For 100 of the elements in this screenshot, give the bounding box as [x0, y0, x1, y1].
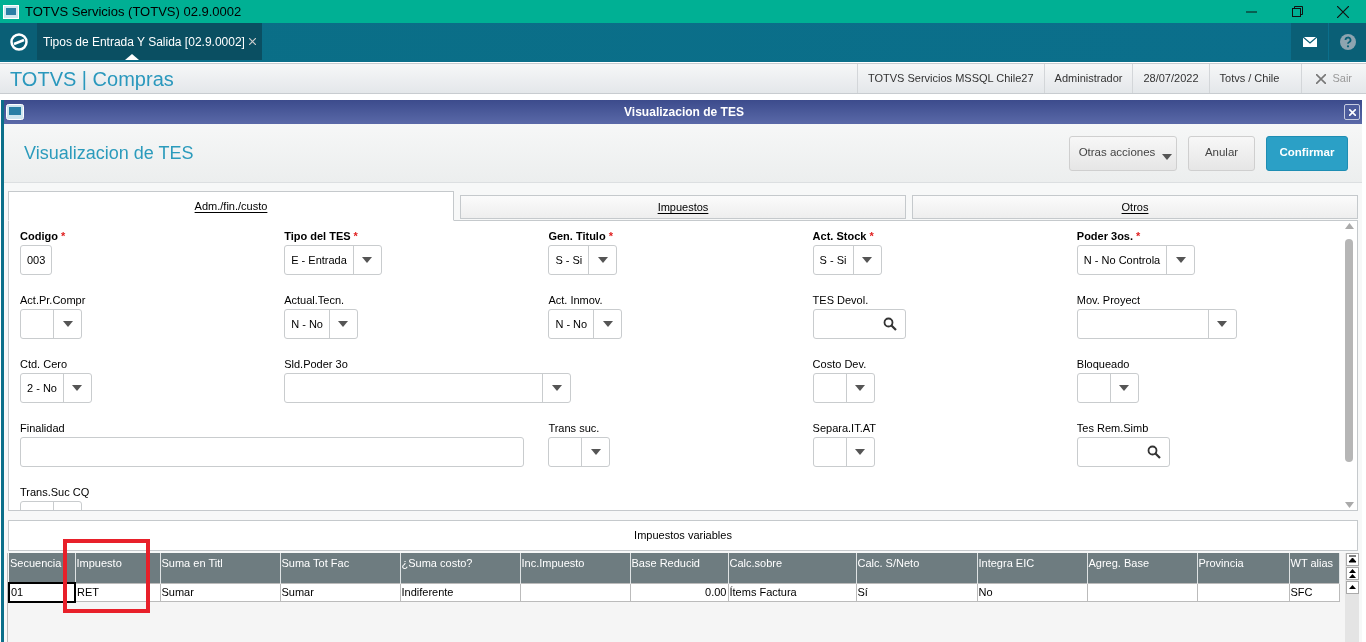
caret-icon — [362, 257, 373, 263]
table-cell[interactable]: No — [977, 583, 1087, 602]
caret-icon — [1217, 321, 1228, 327]
select-field[interactable] — [548, 437, 611, 467]
page-up-icon[interactable] — [1345, 567, 1359, 580]
select-field[interactable] — [284, 373, 572, 403]
field-label: Finalidad — [20, 422, 65, 434]
caret-icon — [855, 385, 866, 391]
select-field[interactable] — [1076, 309, 1237, 339]
table-cell[interactable]: RET — [75, 583, 160, 602]
caret-icon — [590, 449, 601, 455]
caret-icon — [551, 385, 562, 391]
scroll-down-icon[interactable] — [1344, 502, 1354, 508]
required-mark: * — [60, 230, 66, 242]
caret-icon — [862, 257, 872, 263]
table-cell[interactable] — [1087, 583, 1197, 602]
table-cell[interactable] — [520, 583, 630, 602]
close-icon — [1348, 108, 1356, 116]
table-cell[interactable]: Sumar — [280, 583, 400, 602]
field-label: Actual.Tecn. — [284, 294, 345, 306]
panel-title: Impuestos variables — [634, 528, 732, 544]
column-header[interactable]: Suma en Titl — [160, 553, 280, 583]
select-field[interactable]: S - Si — [548, 245, 618, 275]
required-mark: * — [608, 230, 613, 242]
header-info-text: Administrador — [1054, 71, 1123, 87]
table-cell[interactable]: Sumar — [160, 583, 280, 602]
table-cell[interactable]: Indiferente — [400, 583, 520, 602]
select-field[interactable]: N - No — [284, 309, 358, 339]
column-header[interactable]: Calc.sobre — [728, 553, 856, 583]
table-cell[interactable]: Sí — [856, 583, 977, 602]
input-field[interactable] — [20, 437, 524, 467]
dialog-close-button[interactable] — [1344, 104, 1360, 120]
logo-icon — [9, 32, 28, 51]
mail-button[interactable] — [1291, 23, 1328, 60]
form-tab[interactable]: Otros — [912, 195, 1358, 219]
header-info-text: TOTVS Servicios MSSQL Chile27 — [867, 71, 1034, 87]
home-button[interactable] — [0, 23, 37, 60]
field-label: Tipo del TES — [284, 230, 351, 242]
table-cell[interactable]: 01 — [9, 583, 75, 602]
search-icon — [882, 317, 897, 331]
select-field[interactable]: 2 - No — [20, 373, 92, 403]
column-header[interactable]: Suma Tot Fac — [280, 553, 400, 583]
select-field[interactable]: N - No Controla — [1076, 245, 1196, 275]
field-label: Trans suc. — [548, 422, 600, 434]
window-app-icon — [3, 3, 19, 20]
field-label: Costo Dev. — [812, 358, 867, 370]
lookup-field[interactable] — [812, 309, 906, 339]
help-icon — [1339, 33, 1356, 50]
form-tab[interactable]: Adm./fin./custo — [8, 191, 454, 221]
form-tab[interactable]: Impuestos — [460, 195, 906, 219]
column-header[interactable]: Secuencia — [9, 553, 75, 583]
column-header[interactable]: ¿Suma costo? — [400, 553, 520, 583]
actions-menu-button[interactable]: Otras acciones — [1069, 135, 1177, 171]
column-header[interactable]: Calc. S/Neto — [856, 553, 977, 583]
table-cell[interactable]: 0.00 — [630, 583, 728, 602]
column-header[interactable]: WT alias — [1289, 553, 1339, 583]
column-header[interactable]: Impuesto — [75, 553, 160, 583]
select-field[interactable] — [812, 373, 875, 403]
caret-icon — [855, 449, 866, 455]
close-icon — [1316, 73, 1327, 84]
required-mark: * — [353, 230, 358, 242]
select-field[interactable]: S - Si — [812, 245, 882, 275]
select-field[interactable] — [1076, 373, 1139, 403]
select-field[interactable] — [20, 309, 82, 339]
caret-icon — [1162, 153, 1172, 160]
input-field[interactable]: 003 — [20, 245, 52, 275]
app-title: TOTVS | Compras — [10, 66, 174, 92]
cancel-button[interactable]: Anular — [1188, 135, 1255, 171]
scrollbar[interactable] — [1345, 553, 1359, 642]
select-field[interactable]: E - Entrada — [284, 245, 382, 275]
caret-icon — [597, 257, 608, 263]
scroll-up-icon[interactable] — [1345, 581, 1359, 594]
field-label: Bloqueado — [1076, 358, 1130, 370]
caret-icon — [1119, 385, 1130, 391]
window-title: TOTVS Servicios (TOTVS) 02.9.0002 — [25, 2, 242, 21]
lookup-field[interactable] — [1076, 437, 1170, 467]
field-label: Sld.Poder 3o — [284, 358, 348, 370]
column-header[interactable]: Agreg. Base — [1087, 553, 1197, 583]
required-mark: * — [869, 230, 874, 242]
column-header[interactable]: Provincia — [1197, 553, 1289, 583]
close-icon[interactable] — [248, 38, 256, 45]
field-label: Tes Rem.Simb — [1076, 422, 1149, 434]
table-cell[interactable]: SFC — [1289, 583, 1339, 602]
column-header[interactable]: Integra EIC — [977, 553, 1087, 583]
select-field[interactable]: N - No — [548, 309, 623, 339]
field-label: TES Devol. — [812, 294, 869, 306]
field-label: Trans.Suc CQ — [20, 486, 90, 498]
column-header[interactable]: Base Reducid — [630, 553, 728, 583]
field-label: Act.Pr.Compr — [20, 294, 86, 306]
scroll-thumb[interactable] — [1345, 239, 1353, 462]
app-tab[interactable]: Tipos de Entrada Y Salida [02.9.0002] — [37, 23, 262, 60]
field-label: Act. Stock — [812, 230, 867, 242]
field-label: Act. Inmov. — [548, 294, 603, 306]
table-cell[interactable]: Ítems Factura — [728, 583, 856, 602]
column-header[interactable]: Inc.Impuesto — [520, 553, 630, 583]
scroll-to-top-icon[interactable] — [1345, 553, 1359, 566]
select-field[interactable] — [812, 437, 875, 467]
header-info-text: 28/07/2022 — [1143, 71, 1199, 87]
table-cell[interactable] — [1197, 583, 1289, 602]
field-label: Mov. Proyect — [1076, 294, 1141, 306]
